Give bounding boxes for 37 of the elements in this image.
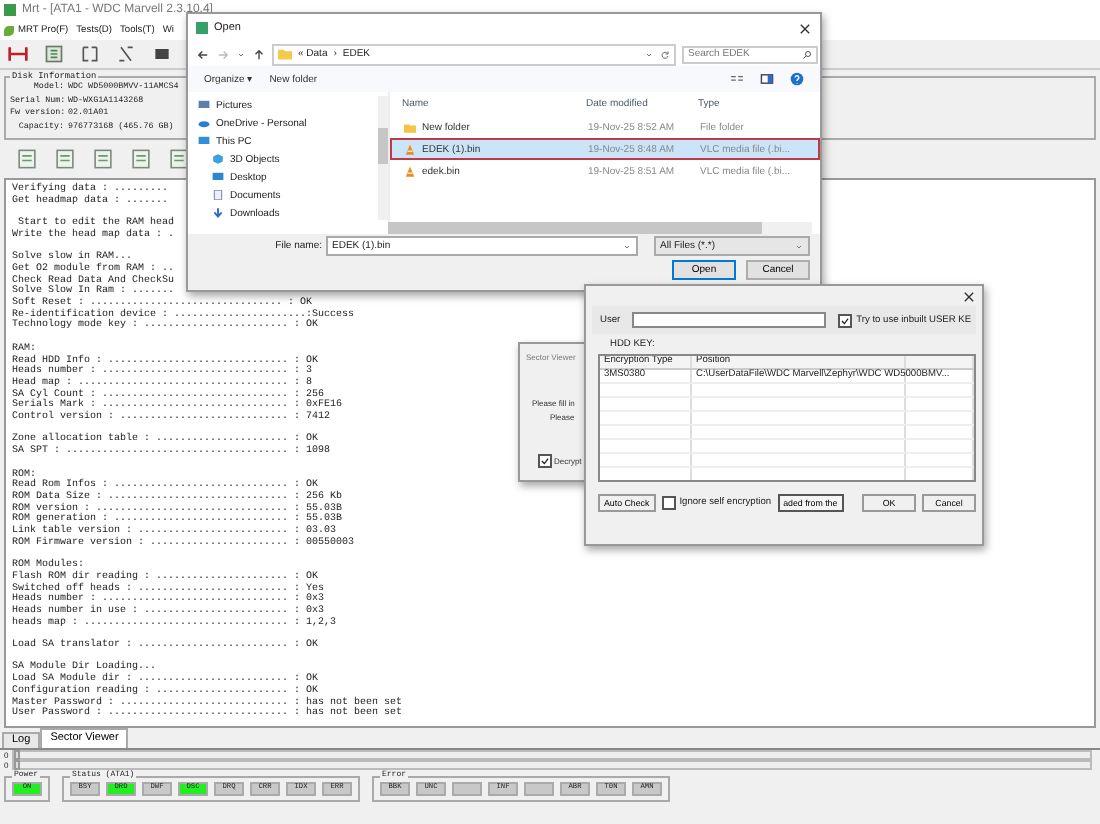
- monitor-icon: [212, 172, 224, 182]
- up-arrow-icon[interactable]: [252, 47, 266, 61]
- scrollbar[interactable]: [378, 96, 388, 220]
- document-icon[interactable]: [16, 148, 38, 170]
- chip-icon[interactable]: [152, 44, 172, 64]
- width-icon[interactable]: [8, 44, 28, 64]
- cube-icon: [212, 154, 224, 164]
- image-icon: [198, 100, 210, 110]
- document-icon[interactable]: [130, 148, 152, 170]
- close-icon[interactable]: [962, 289, 976, 303]
- slider-thumb[interactable]: [14, 750, 21, 760]
- slider-track[interactable]: [12, 760, 1092, 770]
- user-field[interactable]: [632, 312, 827, 328]
- scrollbar[interactable]: [388, 222, 812, 234]
- check-icon: [840, 315, 851, 325]
- document-icon[interactable]: [92, 148, 114, 170]
- app-icon: [4, 4, 16, 16]
- folder-icon: [278, 48, 292, 60]
- check-icon: [540, 456, 550, 466]
- cloud-icon: [198, 118, 210, 128]
- download-arrow-icon: [212, 208, 224, 218]
- grid-icon[interactable]: [44, 44, 64, 64]
- app-icon: [196, 22, 208, 34]
- document-icon: [212, 190, 224, 200]
- help-icon[interactable]: [790, 72, 804, 86]
- refresh-icon[interactable]: [660, 49, 670, 59]
- document-icon[interactable]: [54, 148, 76, 170]
- slider-thumb[interactable]: [14, 760, 21, 770]
- slider-track[interactable]: [12, 750, 1092, 760]
- close-icon[interactable]: [798, 21, 812, 35]
- leaf-icon: [4, 25, 14, 35]
- view-icon[interactable]: [730, 72, 744, 86]
- folder-icon: [404, 121, 416, 133]
- document-icon[interactable]: [168, 148, 190, 170]
- back-arrow-icon[interactable]: [196, 47, 210, 61]
- pane-icon[interactable]: [760, 72, 774, 86]
- monitor-icon: [198, 136, 210, 146]
